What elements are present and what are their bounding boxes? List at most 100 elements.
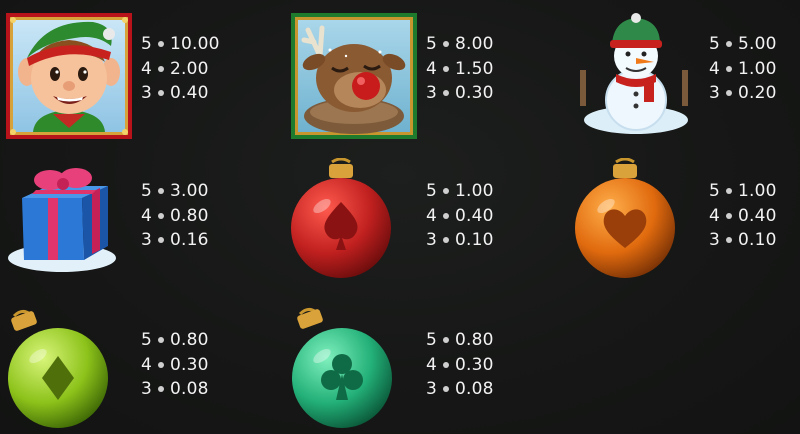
payout-value: 0.30 (455, 354, 494, 375)
pay-row: 5 3.00 (141, 179, 251, 204)
payout-value: 0.80 (170, 330, 209, 351)
elf-symbol (5, 12, 133, 140)
symbol-count: 4 (709, 205, 721, 226)
symbol-count: 5 (709, 181, 721, 202)
payout-value: 0.20 (738, 83, 777, 104)
pay-row: 4 1.50 (426, 57, 536, 82)
separator-dot (158, 188, 164, 195)
club-ornament-icon (292, 307, 392, 428)
payout-value: 1.00 (738, 181, 777, 202)
payout-value: 0.40 (455, 205, 494, 226)
payout-value: 0.30 (170, 354, 209, 375)
separator-dot (443, 65, 449, 72)
pay-row: 3 0.16 (141, 228, 251, 253)
separator-dot (443, 90, 449, 97)
pay-row: 4 0.30 (426, 353, 536, 378)
symbol-count: 4 (426, 354, 438, 375)
payout-value: 0.80 (170, 205, 209, 226)
pay-row: 3 0.08 (426, 377, 536, 402)
green-diamond-ornament-paytable: 5 0.80 4 0.30 3 0.08 (141, 328, 251, 402)
pay-row: 5 1.00 (426, 179, 536, 204)
payout-value: 0.08 (170, 379, 209, 400)
teal-club-ornament-symbol (286, 304, 398, 430)
symbol-count: 5 (141, 34, 153, 55)
separator-dot (726, 237, 732, 244)
separator-dot (158, 212, 164, 219)
red-spade-ornament-symbol (286, 158, 396, 280)
gift-box-icon (8, 168, 116, 272)
separator-dot (158, 41, 164, 48)
payout-value: 0.10 (738, 230, 777, 251)
symbol-count: 5 (426, 34, 438, 55)
pay-row: 4 1.00 (709, 57, 800, 82)
pay-row: 3 0.30 (426, 81, 536, 106)
payout-value: 10.00 (170, 34, 220, 55)
separator-dot (443, 386, 449, 393)
symbol-count: 3 (426, 83, 438, 104)
spade-ornament-icon (291, 158, 391, 278)
separator-dot (158, 237, 164, 244)
reindeer-icon (291, 13, 417, 139)
payout-value: 0.30 (455, 83, 494, 104)
separator-dot (158, 361, 164, 368)
pay-row: 3 0.10 (709, 228, 800, 253)
separator-dot (158, 65, 164, 72)
pay-row: 4 0.30 (141, 353, 251, 378)
pay-row: 4 0.80 (141, 204, 251, 229)
snowman-icon (580, 13, 688, 134)
symbol-count: 4 (426, 205, 438, 226)
pay-row: 3 0.08 (141, 377, 251, 402)
orange-heart-ornament-symbol (570, 158, 680, 280)
symbol-count: 4 (141, 58, 153, 79)
payout-value: 1.00 (738, 58, 777, 79)
pay-row: 5 8.00 (426, 32, 536, 57)
separator-dot (443, 237, 449, 244)
pay-row: 5 5.00 (709, 32, 800, 57)
payout-value: 0.08 (455, 379, 494, 400)
pay-row: 5 0.80 (426, 328, 536, 353)
symbol-count: 3 (141, 83, 153, 104)
separator-dot (158, 337, 164, 344)
orange-heart-ornament-paytable: 5 1.00 4 0.40 3 0.10 (709, 179, 800, 253)
symbol-count: 3 (141, 230, 153, 251)
paytable-screen: { "symbols": [ { "name": "elf", "pays": … (0, 0, 800, 434)
pay-row: 5 0.80 (141, 328, 251, 353)
separator-dot (158, 386, 164, 393)
payout-value: 3.00 (170, 181, 209, 202)
pay-row: 4 0.40 (426, 204, 536, 229)
symbol-count: 5 (426, 181, 438, 202)
separator-dot (726, 41, 732, 48)
snowman-paytable: 5 5.00 4 1.00 3 0.20 (709, 32, 800, 106)
red-spade-ornament-paytable: 5 1.00 4 0.40 3 0.10 (426, 179, 536, 253)
separator-dot (726, 188, 732, 195)
heart-ornament-icon (575, 158, 675, 278)
symbol-count: 5 (709, 34, 721, 55)
symbol-count: 3 (709, 83, 721, 104)
symbol-count: 3 (426, 379, 438, 400)
pay-row: 3 0.40 (141, 81, 251, 106)
green-diamond-ornament-symbol (2, 304, 114, 430)
separator-dot (726, 65, 732, 72)
symbol-count: 5 (141, 330, 153, 351)
pay-row: 4 2.00 (141, 57, 251, 82)
payout-value: 0.40 (738, 205, 777, 226)
symbol-count: 4 (141, 205, 153, 226)
payout-value: 1.50 (455, 58, 494, 79)
pay-row: 5 10.00 (141, 32, 251, 57)
separator-dot (443, 188, 449, 195)
payout-value: 8.00 (455, 34, 494, 55)
separator-dot (443, 361, 449, 368)
symbol-count: 4 (709, 58, 721, 79)
separator-dot (158, 90, 164, 97)
separator-dot (443, 212, 449, 219)
reindeer-symbol (290, 12, 418, 140)
pay-row: 3 0.10 (426, 228, 536, 253)
payout-value: 5.00 (738, 34, 777, 55)
symbol-count: 3 (141, 379, 153, 400)
symbol-count: 3 (426, 230, 438, 251)
reindeer-paytable: 5 8.00 4 1.50 3 0.30 (426, 32, 536, 106)
pay-row: 5 1.00 (709, 179, 800, 204)
separator-dot (726, 90, 732, 97)
pay-row: 3 0.20 (709, 81, 800, 106)
payout-value: 0.16 (170, 230, 209, 251)
